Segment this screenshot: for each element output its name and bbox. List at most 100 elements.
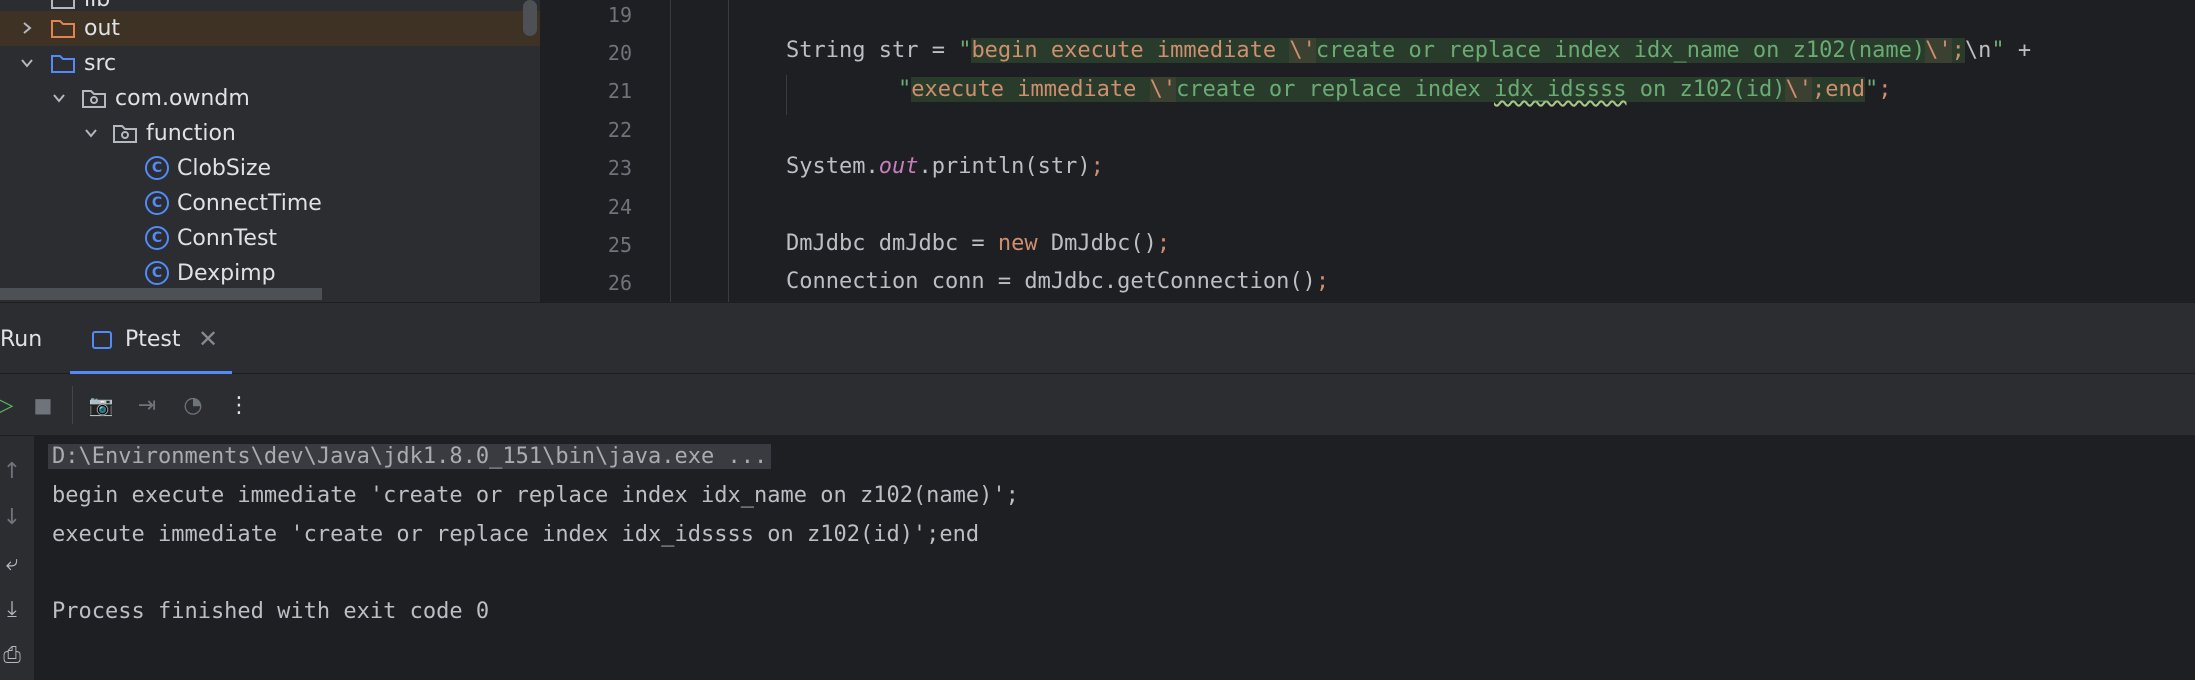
semicolon: ; xyxy=(1156,231,1171,256)
console-icon xyxy=(92,331,112,349)
code-token: Connection conn = dmJdbc.getConnection() xyxy=(786,269,1316,294)
tree-label: ConnectTime xyxy=(177,191,322,216)
class-icon: C xyxy=(145,261,169,285)
run-toolbar: ▷ ■ 📷 ⇥ ◔ ⋮ xyxy=(0,374,2195,436)
escape-sequence: \' xyxy=(1925,38,1952,63)
tree-label: out xyxy=(84,16,121,41)
string-literal-typo: idx_idssss xyxy=(1494,77,1627,102)
tree-item-out[interactable]: out xyxy=(0,11,540,46)
string-quote: " xyxy=(958,38,972,63)
soft-wrap-icon[interactable]: ⤶ xyxy=(0,550,24,576)
string-literal: create or replace index idx_name on z102… xyxy=(1315,38,1926,63)
line-number: 19 xyxy=(607,3,632,27)
indent-guide xyxy=(670,0,671,302)
tree-item-com-owndm[interactable]: com.owndm xyxy=(0,81,540,116)
more-options-icon[interactable]: ⋮ xyxy=(226,392,252,418)
escape-sequence: \n xyxy=(1964,38,1992,63)
package-icon xyxy=(82,90,106,108)
code-editor[interactable]: 19 20 21 22 23 24 25 26 String str = "be… xyxy=(540,0,2195,302)
string-literal: begin execute immediate xyxy=(971,38,1290,63)
code-line-21[interactable]: "execute immediate \'create or replace i… xyxy=(898,77,1891,102)
tree-item-connecttime[interactable]: C ConnectTime xyxy=(0,186,540,221)
line-number: 21 xyxy=(607,79,632,103)
tree-vertical-scrollbar[interactable] xyxy=(523,0,537,36)
class-icon: C xyxy=(145,156,169,180)
code-line-25[interactable]: DmJdbc dmJdbc = new DmJdbc(); xyxy=(786,231,1170,256)
console-output-line: execute immediate 'create or replace ind… xyxy=(52,522,980,547)
folder-icon xyxy=(51,0,75,9)
folder-icon xyxy=(51,55,75,73)
code-token: String str = xyxy=(786,38,959,63)
camera-icon[interactable]: 📷 xyxy=(88,392,114,418)
tab-ptest[interactable]: Ptest ✕ xyxy=(70,303,232,375)
package-icon xyxy=(113,125,137,143)
console-exit-message: Process finished with exit code 0 xyxy=(52,599,490,624)
tree-item-clobsize[interactable]: C ClobSize xyxy=(0,151,540,186)
tree-item-dexpimp[interactable]: C Dexpimp xyxy=(0,256,540,291)
line-number: 22 xyxy=(607,118,632,142)
tree-horizontal-scrollbar[interactable] xyxy=(0,288,322,300)
indent-guide xyxy=(786,75,787,115)
string-literal: create or replace index xyxy=(1176,77,1495,102)
chevron-down-icon[interactable] xyxy=(81,123,101,143)
arrow-up-icon[interactable]: ↑ xyxy=(0,458,24,484)
tree-label: function xyxy=(146,121,236,146)
class-icon: C xyxy=(145,191,169,215)
tree-label: ConnTest xyxy=(177,226,278,251)
arrow-down-icon[interactable]: ↓ xyxy=(0,504,24,530)
class-icon: C xyxy=(145,226,169,250)
run-panel-title: Run xyxy=(0,327,43,352)
scroll-to-end-icon[interactable]: ⤓ xyxy=(0,596,24,622)
code-token: + xyxy=(2004,38,2032,63)
console-output[interactable]: D:\Environments\dev\Java\jdk1.8.0_151\bi… xyxy=(34,436,2195,680)
console-side-toolbar: ↑ ↓ ⤶ ⤓ ⎙ xyxy=(0,436,34,680)
code-line-23[interactable]: System.out.println(str); xyxy=(786,154,1104,179)
dashboard-icon[interactable]: ◔ xyxy=(180,392,206,418)
stop-icon[interactable]: ■ xyxy=(30,392,56,418)
line-number: 26 xyxy=(607,271,632,295)
close-icon[interactable]: ✕ xyxy=(198,325,218,353)
chevron-right-icon[interactable] xyxy=(17,18,37,38)
string-quote: " xyxy=(898,77,912,102)
tree-label: com.owndm xyxy=(115,86,250,111)
line-number: 23 xyxy=(607,156,632,180)
tree-label: src xyxy=(84,51,117,76)
code-token: .println(str) xyxy=(918,154,1091,179)
folder-icon xyxy=(51,20,75,38)
line-number: 24 xyxy=(607,195,632,219)
tab-label: Ptest xyxy=(125,327,181,352)
tree-item-conntest[interactable]: C ConnTest xyxy=(0,221,540,256)
string-literal: ; xyxy=(1951,38,1965,63)
tree-label: ClobSize xyxy=(177,156,272,181)
escape-sequence: \' xyxy=(1149,77,1177,102)
line-number: 20 xyxy=(607,41,632,65)
project-tree[interactable]: lib out src com.owndm function C ClobSiz… xyxy=(0,0,540,302)
login-icon[interactable]: ⇥ xyxy=(134,392,160,418)
code-token: DmJdbc() xyxy=(1037,231,1157,256)
indent-guide xyxy=(728,0,729,302)
string-literal: ;end xyxy=(1811,77,1865,102)
string-quote: " xyxy=(1991,38,2005,63)
semicolon: ; xyxy=(1315,269,1330,294)
string-literal: on z102(id) xyxy=(1626,77,1786,102)
code-line-26[interactable]: Connection conn = dmJdbc.getConnection()… xyxy=(786,269,1329,294)
escape-sequence: \' xyxy=(1785,77,1812,102)
run-tool-window-header: Run Ptest ✕ xyxy=(0,302,2195,375)
code-token: System. xyxy=(786,154,879,179)
chevron-down-icon[interactable] xyxy=(49,88,69,108)
toolbar-separator xyxy=(72,386,73,424)
tree-item-src[interactable]: src xyxy=(0,46,540,81)
print-icon[interactable]: ⎙ xyxy=(0,642,24,668)
tree-label: Dexpimp xyxy=(177,261,276,286)
code-field: out xyxy=(878,154,919,179)
rerun-icon[interactable]: ▷ xyxy=(0,392,18,418)
code-token: DmJdbc dmJdbc = xyxy=(786,231,998,256)
tree-item-function[interactable]: function xyxy=(0,116,540,151)
line-number: 25 xyxy=(607,233,632,257)
string-literal: execute immediate xyxy=(911,77,1150,102)
line-number-gutter: 19 20 21 22 23 24 25 26 xyxy=(540,0,670,302)
code-line-20[interactable]: String str = "begin execute immediate \'… xyxy=(786,38,2031,63)
console-command-line[interactable]: D:\Environments\dev\Java\jdk1.8.0_151\bi… xyxy=(48,444,772,469)
code-keyword: new xyxy=(997,231,1038,256)
chevron-down-icon[interactable] xyxy=(17,53,37,73)
